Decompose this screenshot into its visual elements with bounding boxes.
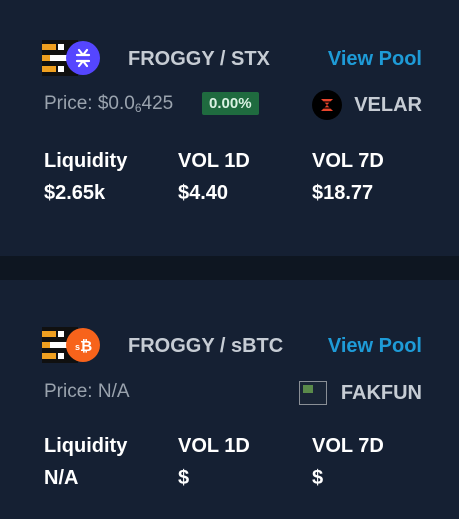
vol-1d-stat: VOL 1D $ (178, 435, 250, 490)
fakfun-dex-icon (298, 381, 327, 405)
pool-price-row: Price: $0.06425 0.00% VELAR (42, 90, 422, 120)
pair-name: FROGGY / STX (128, 48, 270, 70)
stat-label: Liquidity (44, 435, 128, 457)
price-text: Price: N/A (44, 381, 130, 402)
vol-1d-stat: VOL 1D $4.40 (178, 150, 250, 205)
pair-name: FROGGY / sBTC (128, 335, 284, 357)
stat-label: VOL 7D (312, 435, 384, 457)
stat-value: $ (312, 467, 324, 489)
stat-label: VOL 1D (178, 150, 250, 172)
token-pair-icons: s ₿ (42, 327, 106, 367)
token-pair-icons (42, 40, 106, 80)
dex-name: FAKFUN (340, 381, 422, 404)
pool-header: s ₿ FROGGY / sBTC View Pool (42, 327, 422, 367)
svg-text:₿: ₿ (80, 338, 92, 355)
vol-7d-stat: VOL 7D $ (312, 435, 384, 490)
dex-info: FAKFUN (298, 378, 422, 408)
pool-stats: Liquidity $2.65k VOL 1D $4.40 VOL 7D $18… (44, 150, 439, 210)
dex-info: VELAR (312, 90, 422, 120)
price-change-badge: 0.00% (202, 92, 259, 115)
stat-value: $2.65k (44, 182, 106, 204)
vol-7d-stat: VOL 7D $18.77 (312, 150, 384, 205)
stat-label: VOL 1D (178, 435, 250, 457)
stat-label: VOL 7D (312, 150, 384, 172)
liquidity-stat: Liquidity N/A (44, 435, 127, 490)
pool-price-row: Price: N/A FAKFUN (42, 378, 422, 408)
price-text: Price: $0.06425 (44, 93, 174, 115)
velar-dex-icon (312, 90, 343, 120)
stat-value: $ (178, 467, 190, 489)
stat-value: N/A (44, 467, 79, 489)
view-pool-link[interactable]: View Pool (328, 48, 422, 71)
pool-stats: Liquidity N/A VOL 1D $ VOL 7D $ (44, 435, 439, 495)
sbtc-token-icon: s ₿ (66, 328, 100, 362)
pool-header: FROGGY / STX View Pool (42, 40, 422, 80)
view-pool-link[interactable]: View Pool (328, 335, 422, 358)
pool-card: FROGGY / STX View Pool Price: $0.06425 0… (0, 0, 459, 256)
dex-name: VELAR (354, 93, 422, 116)
stx-token-icon (66, 41, 100, 75)
stat-label: Liquidity (44, 150, 128, 172)
stat-value: $18.77 (312, 182, 374, 204)
pool-card: s ₿ FROGGY / sBTC View Pool Price: N/A F… (0, 280, 459, 519)
liquidity-stat: Liquidity $2.65k (44, 150, 127, 205)
stat-value: $4.40 (178, 182, 229, 204)
